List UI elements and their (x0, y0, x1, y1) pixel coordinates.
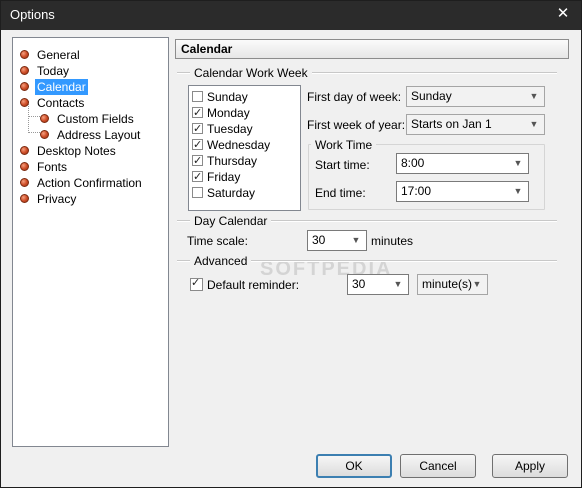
chevron-down-icon: ▼ (472, 279, 482, 289)
time-scale-label: Time scale: (187, 234, 248, 248)
cancel-button[interactable]: Cancel (400, 454, 476, 478)
reminder-value: 30 (352, 277, 366, 291)
day-label: Monday (207, 106, 250, 120)
chevron-down-icon: ▼ (529, 91, 539, 101)
title-bar[interactable]: Options ✕ (1, 1, 581, 30)
close-icon[interactable]: ✕ (555, 6, 571, 22)
orange-ball-icon (40, 130, 49, 139)
tree-item-label: Custom Fields (57, 112, 134, 126)
end-time-select[interactable]: 17:00 ▼ (396, 181, 529, 202)
apply-button[interactable]: Apply (492, 454, 568, 478)
chevron-down-icon: ▼ (529, 119, 539, 129)
day-label: Saturday (207, 186, 256, 200)
tree-connector (28, 132, 40, 133)
day-checkbox-thursday[interactable]: Thursday (192, 153, 257, 169)
day-checkbox-monday[interactable]: Monday (192, 105, 250, 121)
orange-ball-icon (20, 98, 29, 107)
start-time-value: 8:00 (401, 156, 425, 170)
chevron-down-icon: ▼ (351, 235, 361, 245)
chevron-down-icon: ▼ (393, 279, 403, 289)
orange-ball-icon (20, 178, 29, 187)
first-day-label: First day of week: (307, 90, 402, 104)
checkbox[interactable] (192, 91, 203, 103)
panel-title: Calendar (175, 39, 569, 59)
first-week-value: Starts on Jan 1 (411, 117, 492, 131)
day-checkbox-wednesday[interactable]: Wednesday (192, 137, 270, 153)
tree-connector (28, 116, 40, 117)
tree-item-label: Fonts (37, 160, 68, 174)
first-day-value: Sunday (411, 89, 452, 103)
day-label: Tuesday (207, 122, 253, 136)
tree-item-label: Address Layout (57, 128, 141, 142)
checkbox[interactable] (192, 169, 203, 185)
orange-ball-icon (20, 50, 29, 59)
checkbox[interactable] (190, 276, 203, 292)
tree-item-label: Contacts (37, 96, 85, 110)
day-label: Thursday (207, 154, 258, 168)
orange-ball-icon (20, 162, 29, 171)
checkbox[interactable] (192, 137, 203, 153)
orange-ball-icon (20, 82, 29, 91)
tree-item-label: General (37, 48, 80, 62)
tree-item-label: Desktop Notes (37, 144, 116, 158)
window-title: Options (10, 7, 55, 22)
chevron-down-icon: ▼ (513, 158, 523, 168)
first-week-label: First week of year: (307, 118, 406, 132)
checkbox[interactable] (192, 153, 203, 169)
group-label-work-week: Calendar Work Week (190, 66, 312, 80)
tree-item-label: Calendar (35, 79, 88, 95)
tree-item-label: Action Confirmation (37, 176, 142, 190)
day-checkbox-saturday[interactable]: Saturday (192, 185, 255, 201)
default-reminder-label: Default reminder: (207, 278, 300, 292)
reminder-unit-select[interactable]: minute(s) ▼ (417, 274, 488, 295)
ok-button[interactable]: OK (316, 454, 392, 478)
end-time-value: 17:00 (401, 184, 432, 198)
orange-ball-icon (20, 146, 29, 155)
group-label-work-time: Work Time (311, 138, 377, 152)
day-checkbox-friday[interactable]: Friday (192, 169, 240, 185)
start-time-select[interactable]: 8:00 ▼ (396, 153, 529, 174)
day-label: Friday (207, 170, 241, 184)
group-label-advanced: Advanced (190, 254, 252, 268)
time-scale-unit: minutes (371, 234, 414, 248)
first-day-select[interactable]: Sunday ▼ (406, 86, 545, 107)
end-time-label: End time: (315, 186, 366, 200)
workday-checklist[interactable]: Sunday Monday Tuesday Wednesday Thursday… (188, 85, 301, 211)
dialog-client: General Today Calendar Contacts Custom F… (5, 30, 577, 484)
reminder-value-select[interactable]: 30 ▼ (347, 274, 409, 295)
checkbox[interactable] (192, 187, 203, 199)
group-label-day-calendar: Day Calendar (190, 214, 272, 228)
default-reminder-checkbox[interactable]: Default reminder: (190, 276, 300, 292)
chevron-down-icon: ▼ (513, 186, 523, 196)
day-label: Sunday (207, 90, 248, 104)
reminder-unit: minute(s) (422, 277, 473, 291)
tree-item-label: Privacy (37, 192, 77, 206)
orange-ball-icon (40, 114, 49, 123)
checkbox[interactable] (192, 121, 203, 137)
options-window: Options ✕ General Today Calendar Contact… (0, 0, 582, 488)
orange-ball-icon (20, 66, 29, 75)
checkbox[interactable] (192, 105, 203, 121)
time-scale-select[interactable]: 30 ▼ (307, 230, 367, 251)
day-label: Wednesday (207, 138, 271, 152)
options-tree[interactable]: General Today Calendar Contacts Custom F… (12, 37, 169, 447)
day-checkbox-sunday[interactable]: Sunday (192, 89, 248, 105)
tree-item-label: Today (37, 64, 70, 78)
time-scale-value: 30 (312, 233, 326, 247)
day-checkbox-tuesday[interactable]: Tuesday (192, 121, 253, 137)
orange-ball-icon (20, 194, 29, 203)
start-time-label: Start time: (315, 158, 370, 172)
first-week-select[interactable]: Starts on Jan 1 ▼ (406, 114, 545, 135)
